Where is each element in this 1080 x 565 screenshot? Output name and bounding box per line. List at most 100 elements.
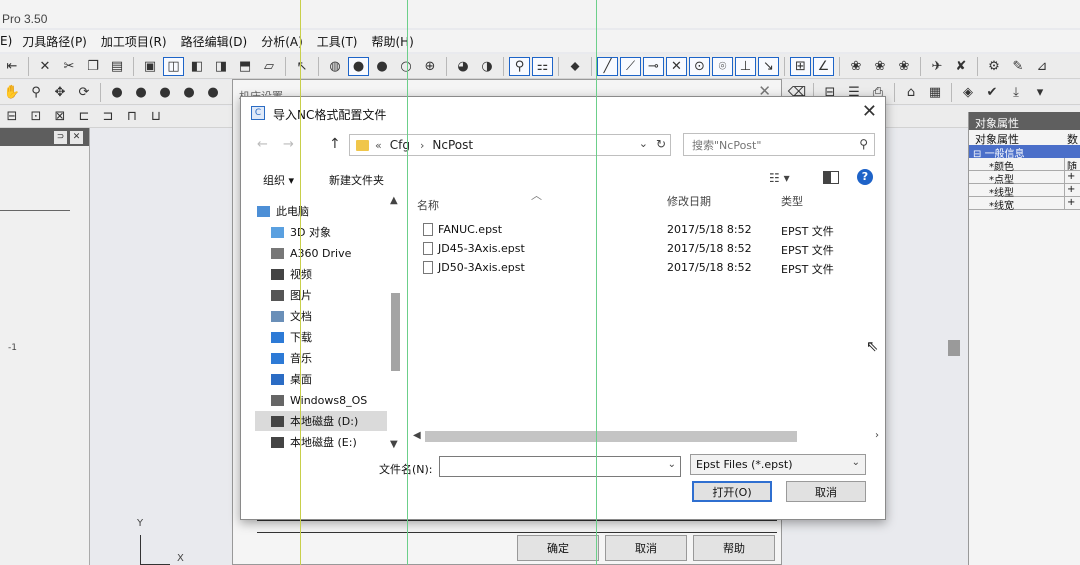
undo-icon[interactable]: ⇤ bbox=[2, 57, 22, 76]
search-icon[interactable]: ⚲ bbox=[859, 137, 868, 151]
menu-item[interactable]: 刀具路径(P) bbox=[22, 33, 87, 50]
bulb-icon[interactable]: ● bbox=[107, 83, 127, 102]
property-row[interactable]: *线宽 + bbox=[969, 197, 1080, 212]
search-input[interactable] bbox=[692, 135, 857, 155]
wireframe-icon[interactable]: ◍ bbox=[325, 57, 345, 76]
column-header-type[interactable]: 类型 bbox=[781, 193, 803, 209]
nav-item[interactable]: 下载 bbox=[255, 327, 387, 347]
chevron-down-icon[interactable]: ⌄ bbox=[639, 137, 648, 150]
view-side-icon[interactable]: ⬒ bbox=[235, 57, 255, 76]
select-icon[interactable]: ↖ bbox=[292, 57, 312, 76]
property-row[interactable]: *颜色随 bbox=[969, 158, 1080, 173]
grid-icon[interactable]: ⊞ bbox=[790, 56, 811, 76]
view-iso-icon[interactable]: ◫ bbox=[163, 56, 184, 76]
check-icon[interactable]: ✔ bbox=[982, 83, 1002, 102]
copy-icon[interactable]: ❐ bbox=[83, 57, 103, 76]
nav-item[interactable]: 图片 bbox=[255, 285, 387, 305]
refresh-icon[interactable]: ↻ bbox=[656, 137, 666, 151]
horizontal-scrollbar[interactable]: ◀ › bbox=[413, 430, 883, 443]
pattern3-icon[interactable]: ❀ bbox=[894, 57, 914, 76]
edit-icon[interactable]: ✎ bbox=[1008, 57, 1028, 76]
pin-icon[interactable]: ⊃ bbox=[54, 130, 67, 144]
rotate-icon[interactable]: ✥ bbox=[50, 83, 70, 102]
simulate-icon[interactable]: ◈ bbox=[958, 83, 978, 102]
angle-icon[interactable]: ∠ bbox=[813, 56, 834, 76]
layer-icon[interactable]: ⚏ bbox=[532, 56, 553, 76]
scrollbar-thumb[interactable] bbox=[425, 431, 797, 442]
column-header-name[interactable]: 名称 bbox=[417, 197, 439, 213]
nav-item[interactable]: 文档 bbox=[255, 306, 387, 326]
close-icon[interactable]: ✕ bbox=[70, 130, 83, 144]
property-group[interactable]: ⊟ 一般信息 bbox=[969, 145, 1080, 160]
nav-scrollbar[interactable]: ▲ ▼ bbox=[389, 195, 401, 453]
nav-item[interactable]: 桌面 bbox=[255, 369, 387, 389]
filename-input[interactable] bbox=[443, 457, 643, 475]
property-row[interactable]: *点型 + bbox=[969, 171, 1080, 186]
organize-button[interactable]: 组织 ▾ bbox=[263, 172, 294, 188]
back-arrow-icon[interactable]: ← bbox=[257, 137, 268, 152]
help-button[interactable]: 帮助 bbox=[693, 535, 775, 561]
chamfer-icon[interactable]: ⊐ bbox=[98, 107, 118, 126]
scroll-right-icon[interactable]: › bbox=[875, 430, 879, 441]
up-arrow-icon[interactable]: ↑ bbox=[329, 136, 341, 152]
property-row[interactable]: *线型 + bbox=[969, 184, 1080, 199]
perpendicular-icon[interactable]: ⊥ bbox=[735, 56, 756, 76]
nav-item[interactable]: Windows8_OS bbox=[255, 390, 387, 410]
quadrant-icon[interactable]: ⌾ bbox=[712, 56, 733, 76]
tool-delete-icon[interactable]: ✘ bbox=[951, 57, 971, 76]
address-bar[interactable]: « Cfg › NcPost ⌄ ↻ bbox=[349, 134, 671, 156]
column-header-modified[interactable]: 修改日期 bbox=[667, 193, 711, 209]
material-icon[interactable]: ◕ bbox=[453, 57, 473, 76]
tool-icon[interactable]: ✈ bbox=[927, 57, 947, 76]
array-icon[interactable]: ⊔ bbox=[146, 107, 166, 126]
sheet-icon[interactable]: ▦ bbox=[925, 83, 945, 102]
dropdown-icon[interactable]: ▾ bbox=[1030, 83, 1050, 102]
file-row[interactable]: FANUC.epst 2017/5/18 8:52 EPST 文件 bbox=[413, 221, 853, 240]
ok-button[interactable]: 确定 bbox=[517, 535, 599, 561]
scrollbar-thumb[interactable] bbox=[948, 340, 960, 356]
preview-pane-icon[interactable] bbox=[823, 171, 839, 184]
bulb-green-icon[interactable]: ● bbox=[131, 83, 151, 102]
cancel-button[interactable]: 取消 bbox=[605, 535, 687, 561]
menu-item[interactable]: 路径编辑(D) bbox=[181, 33, 248, 50]
trim-icon[interactable]: ⊟ bbox=[2, 107, 22, 126]
menu-item[interactable]: 工具(T) bbox=[317, 33, 358, 50]
nearest-icon[interactable]: ↘ bbox=[758, 56, 779, 76]
center-icon[interactable]: ⊙ bbox=[689, 56, 710, 76]
zoom-icon[interactable]: ⚲ bbox=[26, 83, 46, 102]
nav-item[interactable]: 视频 bbox=[255, 264, 387, 284]
pan-icon[interactable]: ✋ bbox=[2, 83, 22, 102]
midpoint-icon[interactable]: ⊸ bbox=[643, 56, 664, 76]
extend-icon[interactable]: ⊡ bbox=[26, 107, 46, 126]
fillet-icon[interactable]: ⊏ bbox=[74, 107, 94, 126]
bulb-blue-icon[interactable]: ● bbox=[155, 83, 175, 102]
menu-item[interactable]: 加工项目(R) bbox=[101, 33, 167, 50]
close-icon[interactable]: ✕ bbox=[862, 101, 877, 122]
nav-item[interactable]: A360 Drive bbox=[255, 243, 387, 263]
nav-item[interactable]: 此电脑 bbox=[255, 201, 387, 221]
outline-icon[interactable]: ○ bbox=[396, 57, 416, 76]
new-folder-button[interactable]: 新建文件夹 bbox=[329, 172, 384, 188]
menu-item[interactable]: E) bbox=[0, 34, 12, 48]
render-icon[interactable]: ● bbox=[372, 57, 392, 76]
home-icon[interactable]: ⌂ bbox=[901, 83, 921, 102]
file-row[interactable]: JD50-3Axis.epst 2017/5/18 8:52 EPST 文件 bbox=[413, 259, 853, 278]
shaded-icon[interactable]: ● bbox=[348, 56, 369, 76]
pattern2-icon[interactable]: ❀ bbox=[870, 57, 890, 76]
view-top-icon[interactable]: ◨ bbox=[211, 57, 231, 76]
delete-icon[interactable]: ✕ bbox=[35, 57, 55, 76]
help-icon[interactable]: ? bbox=[857, 169, 873, 185]
breadcrumb-overflow[interactable]: « bbox=[375, 139, 382, 152]
nav-item[interactable]: 音乐 bbox=[255, 348, 387, 368]
scroll-left-icon[interactable]: ◀ bbox=[413, 430, 421, 441]
cut-icon[interactable]: ✂ bbox=[59, 57, 79, 76]
bulb-green2-icon[interactable]: ● bbox=[203, 83, 223, 102]
file-row[interactable]: JD45-3Axis.epst 2017/5/18 8:52 EPST 文件 bbox=[413, 240, 853, 259]
box-icon[interactable]: ▣ bbox=[140, 57, 160, 76]
nav-item[interactable]: 3D 对象 bbox=[255, 222, 387, 242]
nav-item[interactable]: 本地磁盘 (D:) bbox=[255, 411, 387, 431]
mirror-icon[interactable]: ⊓ bbox=[122, 107, 142, 126]
gear-icon[interactable]: ⚙ bbox=[984, 57, 1004, 76]
intersect-icon[interactable]: ✕ bbox=[666, 56, 687, 76]
scroll-up-icon[interactable]: ▲ bbox=[390, 195, 398, 206]
